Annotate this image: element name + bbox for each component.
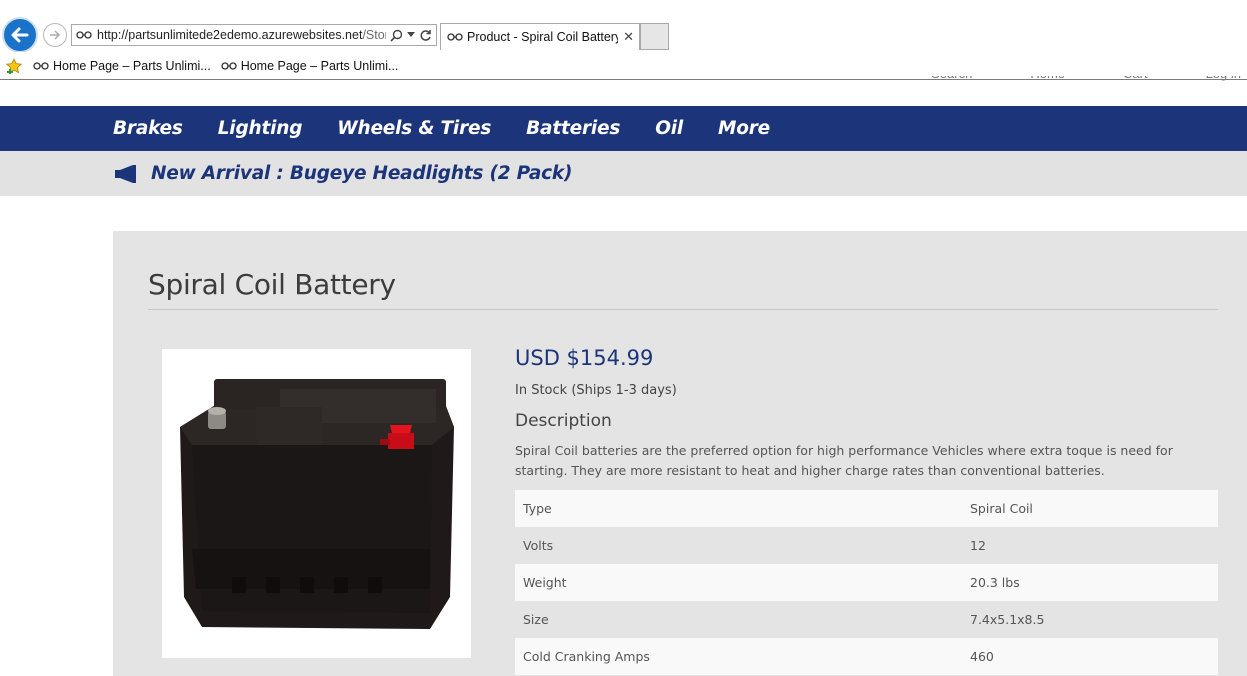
- divider: [148, 309, 1218, 310]
- favorites-star-icon[interactable]: [5, 57, 23, 74]
- category-oil[interactable]: Oil: [655, 118, 683, 139]
- category-lighting[interactable]: Lighting: [218, 118, 303, 139]
- product-price: USD $154.99: [515, 346, 654, 370]
- table-row: Type Spiral Coil: [515, 490, 1218, 527]
- page-icon: [33, 61, 49, 70]
- table-row: Volts 12: [515, 527, 1218, 564]
- back-button[interactable]: [2, 17, 38, 53]
- announcement-bar: New Arrival : Bugeye Headlights (2 Pack): [0, 151, 1247, 196]
- product-description: Spiral Coil batteries are the preferred …: [515, 443, 1173, 478]
- category-batteries[interactable]: Batteries: [526, 118, 620, 139]
- arrow-left-icon: [11, 27, 29, 43]
- megaphone-icon: [115, 164, 136, 183]
- product-image: [162, 349, 471, 658]
- table-row: Size 7.4x5.1x8.5: [515, 601, 1218, 638]
- spec-key: Cold Cranking Amps: [515, 638, 962, 675]
- close-tab-icon[interactable]: ✕: [618, 29, 639, 45]
- tab-title: Product - Spiral Coil Battery...: [467, 30, 619, 44]
- product-panel: Spiral Coil Battery USD $154.99 In Stock…: [113, 231, 1247, 676]
- category-wheels-tires[interactable]: Wheels & Tires: [337, 118, 491, 139]
- arrow-right-icon: [50, 30, 61, 40]
- page-icon: [221, 61, 237, 70]
- battery-image: [180, 379, 454, 629]
- refresh-icon[interactable]: [419, 29, 432, 42]
- address-bar[interactable]: http://partsunlimitede2edemo.azurewebsit…: [71, 24, 437, 46]
- spec-key: Type: [515, 490, 962, 527]
- product-title: Spiral Coil Battery: [148, 268, 396, 301]
- page-icon: [447, 33, 463, 41]
- description-heading: Description: [515, 411, 612, 431]
- category-nav: Brakes Lighting Wheels & Tires Batteries…: [0, 106, 1247, 151]
- url-text: http://partsunlimitede2edemo.azurewebsit…: [97, 28, 386, 42]
- stock-status: In Stock (Ships 1-3 days): [515, 383, 677, 398]
- spec-value: 20.3 lbs: [962, 564, 1218, 601]
- category-more[interactable]: More: [718, 118, 770, 139]
- favorite-link-1[interactable]: Home Page – Parts Unlimi...: [33, 59, 211, 73]
- forward-button[interactable]: [43, 23, 67, 47]
- favorite-link-2[interactable]: Home Page – Parts Unlimi...: [221, 59, 398, 73]
- announcement-link[interactable]: New Arrival : Bugeye Headlights (2 Pack): [151, 163, 572, 184]
- table-row: Weight 20.3 lbs: [515, 564, 1218, 601]
- browser-tab[interactable]: Product - Spiral Coil Battery... ✕: [440, 23, 640, 50]
- spec-value: 460: [962, 638, 1218, 675]
- spec-value: 12: [962, 527, 1218, 564]
- new-tab-button[interactable]: [640, 23, 669, 50]
- spec-key: Weight: [515, 564, 962, 601]
- spec-value: Spiral Coil: [962, 490, 1218, 527]
- spec-key: Volts: [515, 527, 962, 564]
- spec-value: 7.4x5.1x8.5: [962, 601, 1218, 638]
- page-icon: [76, 31, 92, 39]
- table-row: Cold Cranking Amps 460: [515, 638, 1218, 675]
- spec-key: Size: [515, 601, 962, 638]
- favorites-bar: Home Page – Parts Unlimi... Home Page – …: [0, 52, 1247, 80]
- search-icon[interactable]: [390, 29, 403, 42]
- spec-table: Type Spiral Coil Volts 12 Weight 20.3 lb…: [515, 490, 1218, 675]
- category-brakes[interactable]: Brakes: [113, 118, 183, 139]
- dropdown-icon[interactable]: [407, 32, 415, 38]
